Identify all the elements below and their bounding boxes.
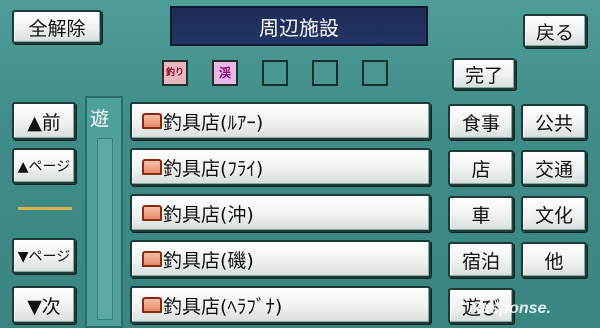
list-item-label: 釣具店(磯): [163, 249, 254, 272]
page-down-button[interactable]: ▼ページ: [12, 238, 76, 274]
done-button[interactable]: 完了: [452, 58, 516, 90]
list-item[interactable]: 釣具店(ﾙｱｰ): [130, 102, 431, 140]
page-title: 周辺施設: [170, 6, 428, 46]
filter-chip-empty-1[interactable]: [262, 60, 288, 86]
shop-icon: [142, 297, 162, 313]
filter-chip-fishing[interactable]: 釣り: [162, 60, 188, 86]
list-item-label: 釣具店(ﾍﾗﾌﾞﾅ): [163, 295, 283, 318]
list-item-label: 釣具店(ﾙｱｰ): [163, 111, 264, 134]
category-public-button[interactable]: 公共: [521, 104, 587, 140]
shop-icon: [142, 159, 162, 175]
category-transport-button[interactable]: 交通: [521, 150, 587, 186]
list-item-label: 釣具店(ﾌﾗｲ): [163, 157, 264, 180]
category-lodging-button[interactable]: 宿泊: [448, 242, 514, 278]
next-button[interactable]: ▼次: [12, 286, 76, 324]
list-item-label: 釣具店(沖): [163, 203, 254, 226]
stream-chip-label: 渓: [214, 62, 236, 84]
filter-chip-stream[interactable]: 渓: [212, 60, 238, 86]
category-column-label: 遊: [90, 108, 110, 130]
shop-icon: [142, 251, 162, 267]
category-column: 遊: [85, 96, 123, 328]
watermark: Response.: [470, 300, 551, 317]
filter-chip-empty-2[interactable]: [312, 60, 338, 86]
category-culture-button[interactable]: 文化: [521, 196, 587, 232]
back-button[interactable]: 戻る: [523, 14, 587, 48]
fishing-chip-label: 釣り: [164, 62, 186, 84]
list-item[interactable]: 釣具店(磯): [130, 240, 431, 278]
list-item[interactable]: 釣具店(ﾍﾗﾌﾞﾅ): [130, 286, 431, 324]
shop-icon: [142, 205, 162, 221]
list-item[interactable]: 釣具店(ﾌﾗｲ): [130, 148, 431, 186]
category-food-button[interactable]: 食事: [448, 104, 514, 140]
shop-icon: [142, 113, 162, 129]
page-up-button[interactable]: ▲ページ: [12, 148, 76, 184]
list-item[interactable]: 釣具店(沖): [130, 194, 431, 232]
filter-chip-empty-3[interactable]: [362, 60, 388, 86]
clear-all-button[interactable]: 全解除: [12, 10, 102, 44]
category-car-button[interactable]: 車: [448, 196, 514, 232]
prev-button[interactable]: ▲前: [12, 102, 76, 140]
scroll-position-indicator: [18, 207, 72, 210]
category-other-button[interactable]: 他: [521, 242, 587, 278]
category-shop-button[interactable]: 店: [448, 150, 514, 186]
scroll-track[interactable]: [97, 138, 113, 320]
